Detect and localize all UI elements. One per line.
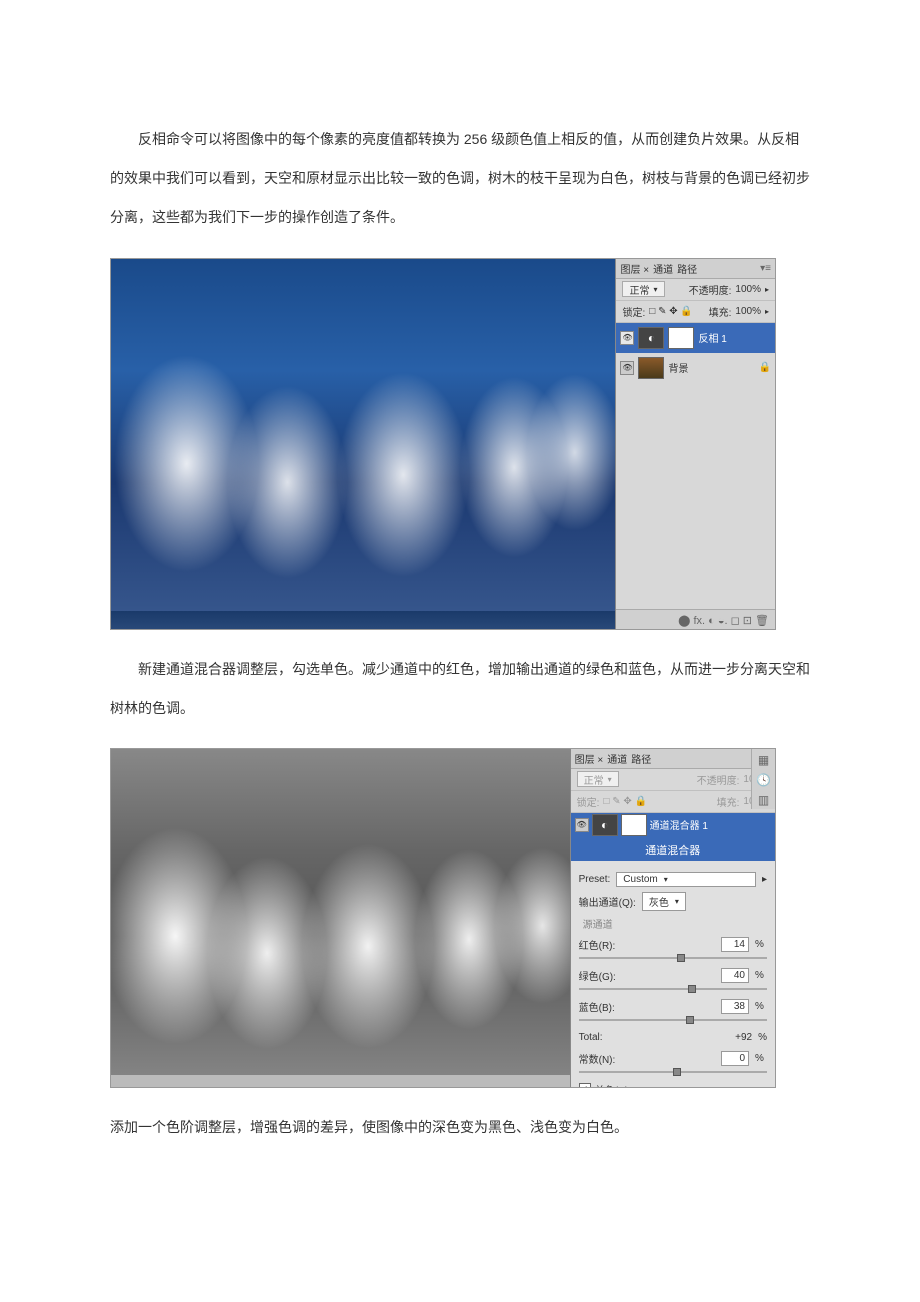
mask-thumb-icon: [621, 814, 647, 836]
panel-menu-icon[interactable]: ▾≡: [760, 263, 771, 274]
blue-label: 蓝色(B):: [579, 999, 629, 1014]
layer-name: 反相 1: [698, 330, 726, 345]
blue-input[interactable]: 38: [721, 999, 749, 1014]
lock-icons: □ ✎ ✥ 🔒: [603, 796, 647, 807]
layer-item-background[interactable]: 👁 背景 🔒: [616, 353, 775, 383]
image-thumb-icon: [638, 357, 664, 379]
adjustment-thumb-icon: [592, 814, 618, 836]
percent-label: %: [755, 939, 767, 950]
tab-layers[interactable]: 图层 ×: [620, 261, 649, 276]
paragraph-2: 新建通道混合器调整层，勾选单色。减少通道中的红色，增加输出通道的绿色和蓝色，从而…: [110, 650, 810, 728]
flyout-icon[interactable]: ▸: [765, 307, 769, 316]
red-input[interactable]: 14: [721, 937, 749, 952]
tab-layers[interactable]: 图层 ×: [575, 751, 604, 766]
constant-slider-row: 常数(N): 0 %: [579, 1051, 767, 1066]
constant-slider[interactable]: [579, 1068, 767, 1076]
preset-select[interactable]: Custom: [616, 872, 756, 887]
layer-item-channel-mixer[interactable]: 👁 通道混合器 1: [571, 813, 775, 837]
opacity-label: 不透明度:: [689, 282, 732, 297]
green-input[interactable]: 40: [721, 968, 749, 983]
paragraph-1: 反相命令可以将图像中的每个像素的亮度值都转换为 256 级颜色值上相反的值，从而…: [110, 120, 810, 238]
visibility-icon[interactable]: 👁: [620, 361, 634, 375]
percent-label: %: [755, 1001, 767, 1012]
percent-label: %: [755, 1053, 767, 1064]
right-panels: 图层 × 通道 路径 ▾≡ 正常 不透明度: 100% 锁定: □ ✎ ✥ 🔒 …: [570, 749, 775, 1088]
layer-item-invert[interactable]: 👁 反相 1: [616, 323, 775, 353]
adjustment-thumb-icon: [638, 327, 664, 349]
red-slider[interactable]: [579, 954, 767, 962]
screenshot-channel-mixer: 图层 × 通道 路径 ▾≡ 正常 不透明度: 100% 锁定: □ ✎ ✥ 🔒 …: [110, 748, 776, 1088]
monochrome-row[interactable]: ✓ 单色(H): [579, 1082, 767, 1088]
opacity-label: 不透明度:: [697, 772, 740, 787]
layers-panel: 图层 × 通道 路径 ▾≡ 正常 不透明度: 100% ▸ 锁定: □ ✎ ✥ …: [615, 259, 775, 630]
flyout-icon[interactable]: ▸: [765, 285, 769, 294]
dialog-title: 通道混合器: [571, 839, 775, 861]
constant-input[interactable]: 0: [721, 1051, 749, 1066]
monochrome-checkbox[interactable]: ✓: [579, 1083, 591, 1088]
green-slider-row: 绿色(G): 40 %: [579, 968, 767, 983]
tab-paths[interactable]: 路径: [677, 261, 697, 276]
panel-tabs: 图层 × 通道 路径 ▾≡: [571, 749, 775, 769]
source-channel-group-label: 源通道: [583, 916, 767, 931]
total-row: Total: +92 %: [579, 1032, 767, 1043]
side-docked-icons: ▦ 🕓 ▥: [751, 749, 775, 809]
green-label: 绿色(G):: [579, 968, 629, 983]
panel-tabs: 图层 × 通道 路径 ▾≡: [616, 259, 775, 279]
output-channel-select[interactable]: 灰色: [642, 892, 686, 911]
canvas-preview-gray: [111, 749, 570, 1088]
output-channel-label: 输出通道(Q):: [579, 894, 636, 909]
opacity-value[interactable]: 100%: [735, 284, 761, 295]
tab-channels[interactable]: 通道: [653, 261, 673, 276]
blend-opacity-row: 正常 不透明度: 100% ▸: [616, 279, 775, 301]
blend-mode-select[interactable]: 正常: [622, 281, 664, 297]
paragraph-3: 添加一个色阶调整层，增强色调的差异，使图像中的深色变为黑色、浅色变为白色。: [110, 1108, 810, 1147]
footer-icons[interactable]: ⬤ fx. ◐ ◒. ◻ ⊡ 🗑: [678, 614, 769, 627]
tab-channels[interactable]: 通道: [607, 751, 627, 766]
fill-value[interactable]: 100%: [735, 306, 761, 317]
nav-icon[interactable]: ▦: [758, 753, 769, 767]
fill-label: 填充:: [709, 304, 732, 319]
preset-menu-icon[interactable]: ▸: [762, 874, 767, 885]
monochrome-label: 单色(H): [595, 1082, 629, 1088]
blue-slider-row: 蓝色(B): 38 %: [579, 999, 767, 1014]
blue-slider[interactable]: [579, 1016, 767, 1024]
preset-label: Preset:: [579, 874, 611, 885]
mini-layers-panel: 图层 × 通道 路径 ▾≡ 正常 不透明度: 100% 锁定: □ ✎ ✥ 🔒 …: [571, 749, 775, 837]
blend-opacity-row: 正常 不透明度: 100%: [571, 769, 775, 791]
layer-name: 背景: [668, 360, 688, 375]
history-icon[interactable]: 🕓: [756, 773, 771, 787]
lock-fill-row: 锁定: □ ✎ ✥ 🔒 填充: 100%: [571, 791, 775, 813]
percent-label: %: [758, 1032, 767, 1043]
screenshot-invert-layers: 图层 × 通道 路径 ▾≡ 正常 不透明度: 100% ▸ 锁定: □ ✎ ✥ …: [110, 258, 776, 630]
swatches-icon[interactable]: ▥: [758, 793, 769, 807]
canvas-preview: [111, 259, 615, 630]
visibility-icon[interactable]: 👁: [575, 818, 589, 832]
constant-label: 常数(N):: [579, 1051, 629, 1066]
green-slider[interactable]: [579, 985, 767, 993]
layer-list: 👁 反相 1 👁 背景 🔒: [616, 323, 775, 609]
lock-icon: 🔒: [759, 362, 771, 373]
output-channel-row: 输出通道(Q): 灰色: [579, 892, 767, 911]
preset-row: Preset: Custom ▸: [579, 872, 767, 887]
fill-label: 填充:: [717, 794, 740, 809]
lock-icons[interactable]: □ ✎ ✥ 🔒: [649, 306, 693, 317]
red-label: 红色(R):: [579, 937, 629, 952]
total-value: +92: [735, 1032, 752, 1043]
layer-name: 通道混合器 1: [650, 817, 708, 832]
lock-label: 锁定:: [622, 304, 645, 319]
red-slider-row: 红色(R): 14 %: [579, 937, 767, 952]
lock-label: 锁定:: [577, 794, 600, 809]
percent-label: %: [755, 970, 767, 981]
lock-fill-row: 锁定: □ ✎ ✥ 🔒 填充: 100% ▸: [616, 301, 775, 323]
visibility-icon[interactable]: 👁: [620, 331, 634, 345]
mask-thumb-icon: [668, 327, 694, 349]
panel-footer: ⬤ fx. ◐ ◒. ◻ ⊡ 🗑: [616, 609, 775, 630]
total-label: Total:: [579, 1032, 603, 1043]
tab-paths[interactable]: 路径: [631, 751, 651, 766]
blend-mode-select[interactable]: 正常: [577, 771, 619, 787]
channel-mixer-dialog: 通道混合器 Preset: Custom ▸ 输出通道(Q): 灰色 源通道 红…: [571, 837, 775, 1088]
